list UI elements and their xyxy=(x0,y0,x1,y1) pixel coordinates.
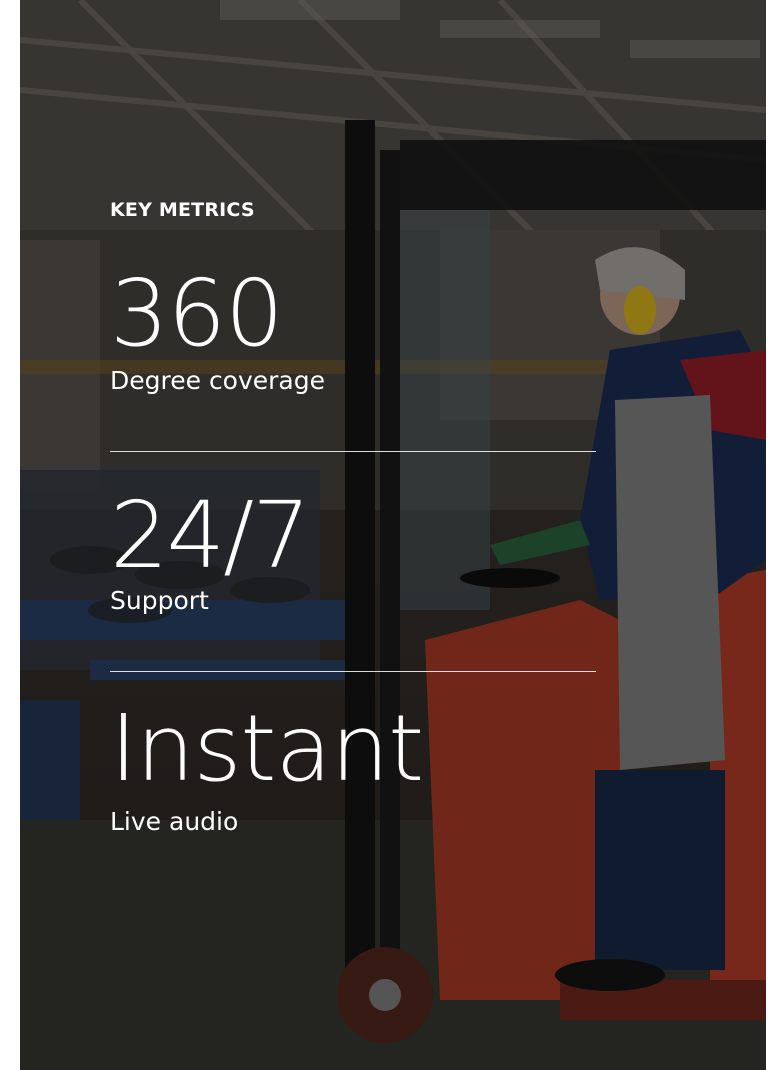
key-metrics-section: KEY METRICS 360 Degree coverage 24/7 Sup… xyxy=(110,0,596,1070)
divider xyxy=(110,451,596,452)
metric-label: Support xyxy=(110,586,209,615)
metric-coverage: 360 Degree coverage xyxy=(110,260,596,396)
metric-live-audio: Instant Live audio xyxy=(110,695,596,837)
metric-label: Degree coverage xyxy=(110,366,326,395)
metric-value: Instant xyxy=(110,695,424,802)
divider xyxy=(110,671,596,672)
metric-value: 24/7 xyxy=(110,482,311,589)
metric-label: Live audio xyxy=(110,807,239,836)
metrics-panel: KEY METRICS 360 Degree coverage 24/7 Sup… xyxy=(20,0,766,1070)
metric-value: 360 xyxy=(110,260,284,367)
metric-support: 24/7 Support xyxy=(110,482,596,616)
section-heading: KEY METRICS xyxy=(110,199,255,221)
